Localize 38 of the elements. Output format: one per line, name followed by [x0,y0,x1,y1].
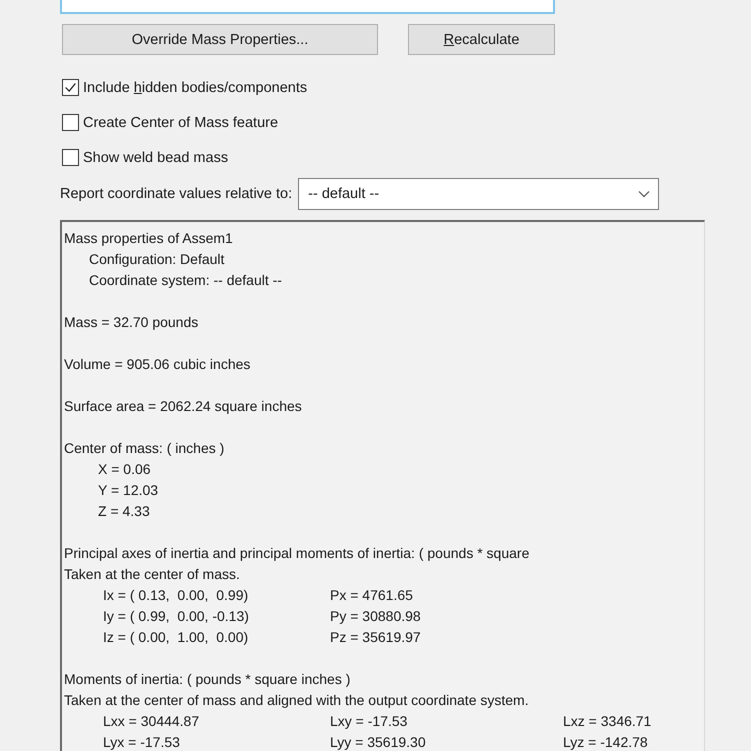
result-value: Iy = ( 0.99, 0.00, -0.13) [103,608,249,624]
result-line: Configuration: Default [89,251,224,267]
result-value: Pz = 35619.97 [330,629,421,645]
result-line: Surface area = 2062.24 square inches [64,397,303,416]
checkbox[interactable] [62,149,79,166]
result-line: Coordinate system: -- default -- [89,272,282,288]
result-value: Lxx = 30444.87 [103,713,200,729]
result-value: Ix = ( 0.13, 0.00, 0.99) [103,587,248,603]
result-value: Iz = ( 0.00, 1.00, 0.00) [103,629,248,645]
result-line: Center of mass: ( inches ) [64,439,226,458]
result-value: Px = 4761.65 [330,587,413,603]
result-value: Z = 4.33 [98,503,150,519]
result-value: Lyz = -142.78 [563,734,648,750]
result-line: Moments of inertia: ( pounds * square inches ) [64,670,352,689]
override-mass-properties-button[interactable]: Override Mass Properties... [62,24,378,55]
recalculate-button[interactable]: Recalculate [408,24,555,55]
checkbox-label[interactable]: Create Center of Mass feature [83,114,278,130]
result-line: Mass properties of Assem1 [64,229,234,248]
coordinate-dropdown[interactable]: -- default -- [298,178,660,210]
result-line: Principal axes of inertia and principal moments of inertia: ( pounds * square [64,544,530,563]
checkbox[interactable] [62,114,79,131]
result-value: X = 0.06 [98,461,151,477]
result-value: Lxz = 3346.71 [563,713,652,729]
select-label: Report coordinate values relative to: [60,186,292,202]
checkbox-label[interactable]: Include hidden bodies/components [83,80,308,96]
result-value: Lxy = -17.53 [330,713,408,729]
result-value: Lyy = 35619.30 [330,734,426,750]
result-value: Py = 30880.98 [330,608,421,624]
result-value: Y = 12.03 [98,482,158,498]
checkbox-label[interactable]: Show weld bead mass [83,150,228,166]
checkbox[interactable] [62,79,79,96]
result-line: Taken at the center of mass. [64,565,241,584]
result-line: Volume = 905.06 cubic inches [64,355,252,374]
result-value: Lyx = -17.53 [103,734,180,750]
chevron-down-icon [638,190,650,198]
text-field[interactable] [60,0,555,14]
result-line: Mass = 32.70 pounds [64,313,200,332]
result-line: Taken at the center of mass and aligned with the output coordinate system. [64,691,530,710]
